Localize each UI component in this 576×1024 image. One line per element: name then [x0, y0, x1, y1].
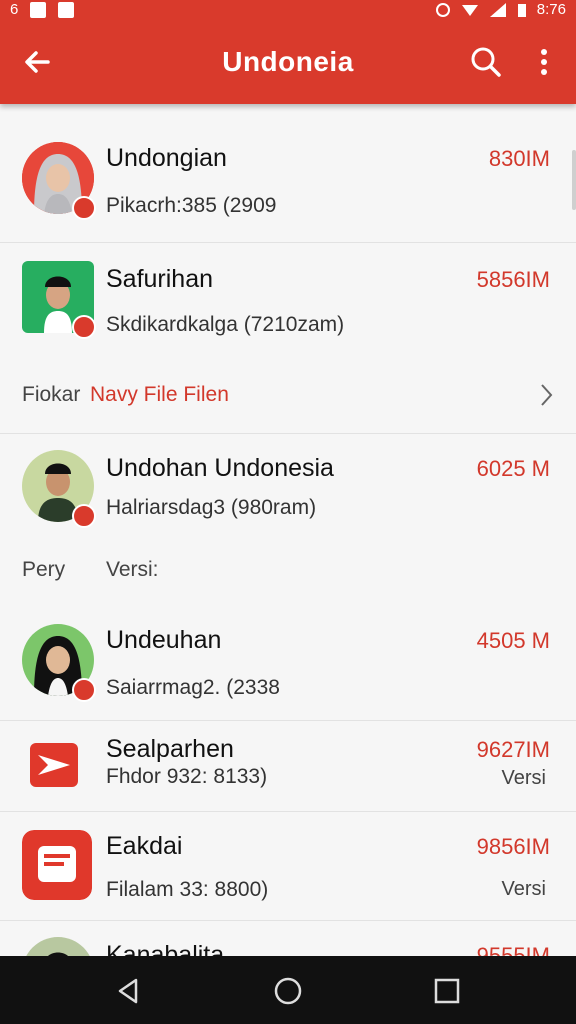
badge-icon [72, 196, 96, 220]
system-nav-bar [0, 956, 576, 1024]
item-name: Undohan Undonesia [106, 454, 334, 482]
avatar [22, 937, 94, 956]
search-icon[interactable] [466, 42, 506, 82]
file-link-row[interactable]: Fiokar Navy File Filen [0, 361, 576, 434]
list-item[interactable]: Undongian Pikacrh:385 (2909 830IM [0, 104, 576, 243]
item-size: 9555IM [476, 943, 550, 956]
status-left-text: 6 [10, 1, 19, 18]
label-first: Pery [22, 558, 66, 581]
list-item[interactable]: Sealparhen Fhdor 932: 8133) 9627IM Versi [0, 721, 576, 812]
badge-icon [72, 504, 96, 528]
list-item[interactable]: Safurihan Skdikardkalga (7210zam) 5856IM [0, 243, 576, 361]
app-list: Undongian Pikacrh:385 (2909 830IM Safuri… [0, 104, 576, 956]
item-name: Safurihan [106, 265, 214, 293]
badge-icon [72, 315, 96, 339]
vibrate-icon [435, 2, 450, 17]
gmail-notification-icon [30, 1, 47, 18]
status-time: 8:76 [536, 1, 566, 18]
more-options-icon[interactable] [528, 42, 560, 82]
avatar [22, 830, 92, 900]
person-cap-icon [22, 937, 94, 956]
app-bar: 6 8:76 Undoneia [0, 0, 576, 104]
red-doc-icon [22, 830, 92, 900]
list-item[interactable]: Undeuhan Saiarrmag2. (2338 4505 M [0, 596, 576, 721]
signal-icon [489, 2, 506, 17]
badge-icon [72, 678, 96, 702]
link-prefix: Fiokar [22, 383, 81, 406]
item-subtitle: Skdikardkalga (7210zam) [106, 313, 345, 336]
list-item[interactable]: Eakdai Filalam 33: 8800) 9856IM Versi [0, 812, 576, 921]
item-size: 9856IM [476, 834, 550, 859]
item-subtitle: Fhdor 932: 8133) [106, 765, 268, 788]
item-name: Sealparhen [106, 735, 234, 763]
item-subtitle: Halriarsdag3 (980ram) [106, 496, 317, 519]
item-subtitle: Filalam 33: 8800) [106, 878, 269, 901]
item-name: Eakdai [106, 832, 183, 860]
item-size: 6025 M [476, 456, 550, 481]
back-triangle-icon[interactable] [112, 974, 146, 1008]
file-link[interactable]: Navy File Filen [90, 383, 229, 407]
toolbar: Undoneia [0, 22, 576, 104]
label-second: Versi: [106, 558, 159, 581]
wifi-icon [461, 4, 478, 16]
red-flag-icon [30, 743, 78, 787]
item-name: Undeuhan [106, 626, 222, 654]
recents-square-icon[interactable] [430, 974, 464, 1008]
item-size: 5856IM [476, 267, 550, 292]
item-size: 830IM [488, 146, 550, 171]
status-bar: 6 8:76 [0, 0, 576, 22]
avatar [30, 743, 78, 787]
list-item[interactable]: Kanabalita 9555IM [0, 921, 576, 956]
list-item[interactable]: Undohan Undonesia Halriarsdag3 (980ram) … [0, 434, 576, 544]
item-size: 4505 M [476, 628, 550, 653]
item-size: 9627IM [476, 737, 550, 762]
item-subtitle: Saiarrmag2. (2338 [106, 676, 280, 699]
message-notification-icon [58, 1, 75, 18]
item-version: Versi [501, 767, 546, 789]
home-circle-icon[interactable] [271, 974, 305, 1008]
version-label-row: Pery Versi: [0, 544, 576, 596]
item-subtitle: Pikacrh:385 (2909 [106, 194, 277, 217]
chevron-right-icon[interactable] [536, 381, 556, 409]
item-version: Versi [501, 878, 546, 900]
item-name: Kanabalita [106, 941, 225, 956]
battery-icon [517, 3, 526, 17]
scrollbar[interactable] [572, 150, 576, 210]
item-name: Undongian [106, 144, 227, 172]
